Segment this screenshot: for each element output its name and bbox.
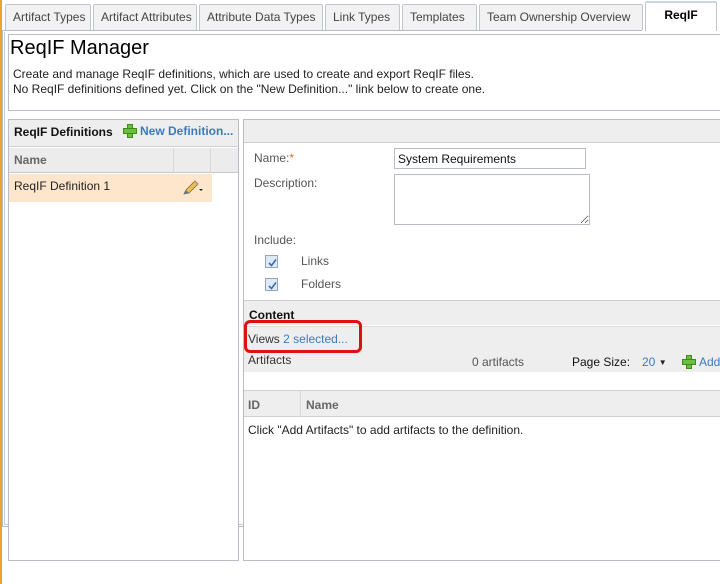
chevron-down-icon <box>199 189 203 191</box>
tab-link-types[interactable]: Link Types <box>325 4 400 30</box>
tab-templates[interactable]: Templates <box>402 4 477 30</box>
views-label: Views 2 selected... <box>248 332 348 346</box>
links-label: Links <box>301 254 330 268</box>
artifacts-label: Artifacts <box>248 353 292 367</box>
definitions-column-header: Name <box>9 148 238 173</box>
tab-bar: Artifact Types Artifact Attributes Attri… <box>2 0 720 32</box>
name-label: Name:* <box>254 151 295 165</box>
definitions-panel-title: ReqIF Definitions <box>14 125 113 139</box>
id-column-header[interactable]: ID <box>248 398 260 412</box>
page-size-label: Page Size: <box>572 355 631 369</box>
links-checkbox[interactable] <box>265 255 278 268</box>
definition-name: ReqIF Definition 1 <box>14 179 111 193</box>
definitions-panel: ReqIF Definitions New Definition... Name… <box>8 119 239 561</box>
detail-panel-header <box>244 120 720 143</box>
artifacts-count: 0 artifacts <box>472 355 525 369</box>
tab-artifact-types[interactable]: Artifact Types <box>5 4 91 30</box>
tab-attribute-data-types[interactable]: Attribute Data Types <box>199 4 323 30</box>
name-column-header[interactable]: Name <box>306 398 339 412</box>
content-section-header: Content <box>244 300 720 325</box>
content-title: Content <box>249 308 295 322</box>
definition-detail-panel: Name:* Description: Include: Links Folde… <box>243 119 720 561</box>
new-definition-link[interactable]: New Definition... <box>123 124 233 138</box>
new-definition-label: New Definition... <box>140 124 234 138</box>
name-input[interactable] <box>394 148 586 169</box>
page-hint: No ReqIF definitions defined yet. Click … <box>13 82 486 96</box>
views-row: Views 2 selected... <box>244 326 720 350</box>
name-column-label: Name <box>14 153 47 167</box>
description-textarea[interactable] <box>394 174 590 225</box>
artifacts-toolbar: Artifacts 0 artifacts Page Size: 20 ▼ Ad… <box>244 350 720 372</box>
empty-table-message: Click "Add Artifacts" to add artifacts t… <box>248 423 524 437</box>
edit-pencil-icon[interactable] <box>182 180 204 196</box>
column-divider <box>300 391 301 417</box>
page-description: Create and manage ReqIF definitions, whi… <box>13 67 474 81</box>
add-artifacts-link[interactable]: Add <box>682 355 720 369</box>
plus-icon <box>123 124 137 138</box>
actions-column-header <box>174 148 211 173</box>
plus-icon <box>682 355 696 369</box>
include-label: Include: <box>254 233 297 247</box>
description-label: Description: <box>254 176 318 190</box>
folders-checkbox[interactable] <box>265 278 278 291</box>
tab-artifact-attributes[interactable]: Artifact Attributes <box>93 4 197 30</box>
chevron-down-icon: ▼ <box>658 358 667 367</box>
name-column-header[interactable]: Name <box>9 148 174 173</box>
views-selected-link[interactable]: 2 selected... <box>283 332 348 346</box>
definitions-panel-header: ReqIF Definitions New Definition... <box>9 120 238 147</box>
artifacts-table-header: ID Name <box>244 390 720 417</box>
folders-label: Folders <box>301 277 342 291</box>
definition-row[interactable]: ReqIF Definition 1 <box>9 174 212 202</box>
checkmark-icon <box>268 282 277 290</box>
page-title: ReqIF Manager <box>10 37 149 59</box>
checkmark-icon <box>268 259 277 267</box>
required-marker: * <box>289 151 295 165</box>
page-size-dropdown[interactable]: 20 ▼ <box>642 355 667 369</box>
tab-team-ownership-overview[interactable]: Team Ownership Overview <box>479 4 643 30</box>
tab-reqif[interactable]: ReqIF <box>645 1 717 31</box>
